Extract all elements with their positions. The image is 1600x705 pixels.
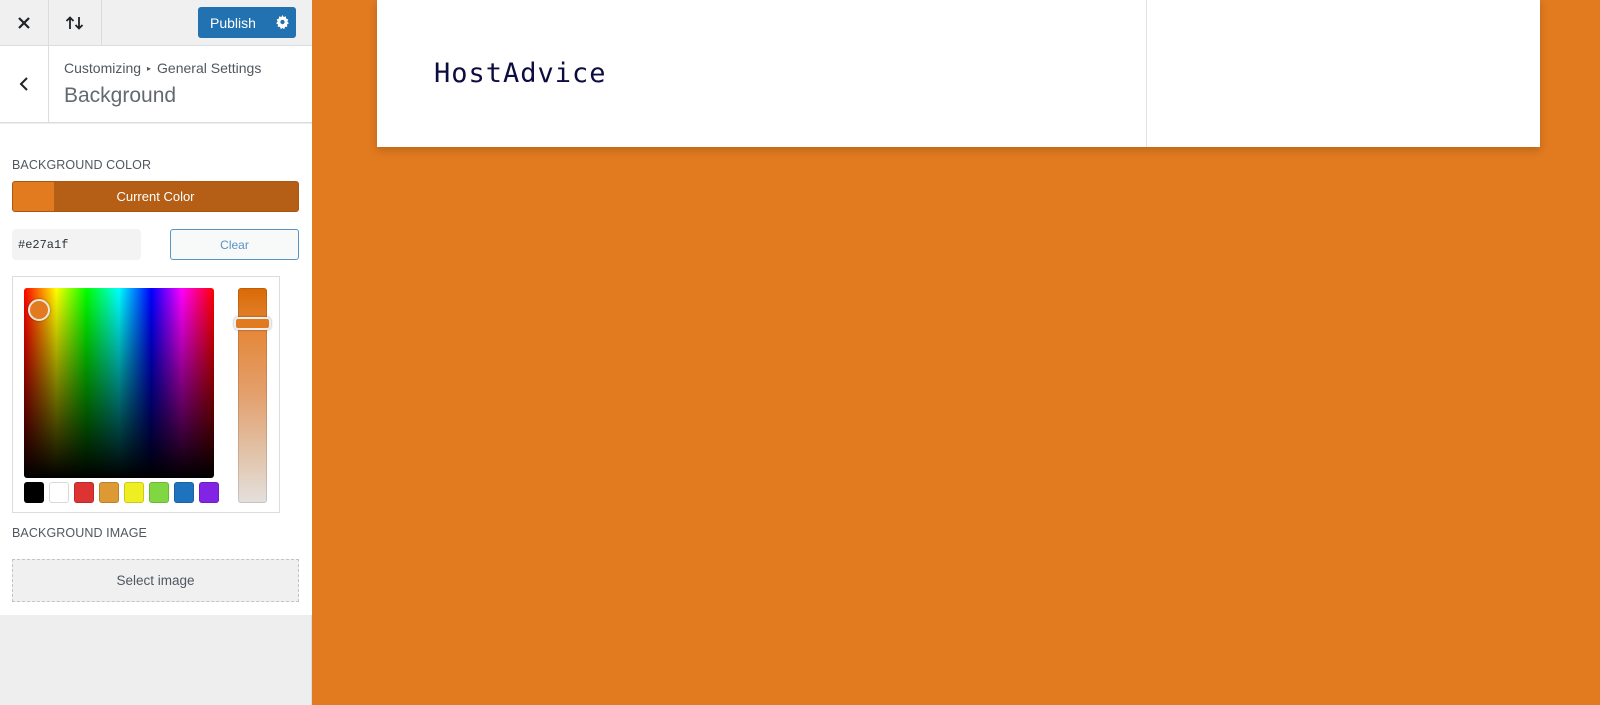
breadcrumb-root: Customizing [64,60,142,76]
color-palette [24,482,219,503]
palette-swatch[interactable] [124,482,144,503]
preview-toggle-button[interactable] [49,0,102,45]
palette-swatch[interactable] [149,482,169,503]
breadcrumb: Customizing ▸ General Settings [64,60,261,76]
header-divider [1146,0,1147,147]
palette-swatch[interactable] [199,482,219,503]
chevron-left-icon [19,77,28,91]
color-swatch-preview [13,182,54,211]
publish-button-group: Publish [198,7,296,38]
lightness-slider-handle[interactable] [234,317,271,330]
palette-swatch[interactable] [74,482,94,503]
background-color-label: BACKGROUND COLOR [12,158,152,172]
gear-icon [275,15,289,30]
customizer-sidebar: Publish Customizing ▸ General Settings Bac… [0,0,312,705]
color-lightness-slider[interactable] [234,288,271,503]
back-button[interactable] [0,46,49,122]
breadcrumb-separator-icon: ▸ [147,64,152,73]
customizer-header-actions: Publish [0,0,312,46]
color-picker [12,276,280,513]
palette-swatch[interactable] [174,482,194,503]
current-color-button[interactable]: Current Color [12,181,299,212]
palette-swatch[interactable] [49,482,69,503]
breadcrumb-parent: General Settings [157,60,262,76]
section-title: Background [64,84,177,107]
palette-swatch[interactable] [24,482,44,503]
section-header: Customizing ▸ General Settings Background [0,46,312,123]
palette-swatch[interactable] [99,482,119,503]
site-title[interactable]: HostAdvice [434,58,607,89]
color-picker-handle[interactable] [28,299,50,321]
current-color-label: Current Color [116,189,195,204]
arrows-up-down-icon [65,15,84,30]
close-icon [18,16,30,29]
publish-button[interactable]: Publish [198,15,268,31]
hex-color-input[interactable] [12,229,141,260]
close-customizer-button[interactable] [0,0,49,45]
site-preview-header: HostAdvice [377,0,1540,147]
background-image-label: BACKGROUND IMAGE [12,526,147,540]
select-image-button[interactable]: Select image [12,559,299,602]
clear-color-button[interactable]: Clear [170,229,299,260]
publish-settings-button[interactable] [268,15,296,30]
background-controls: BACKGROUND COLOR Current Color Clear BAC… [0,124,312,615]
color-saturation-square[interactable] [24,288,214,478]
